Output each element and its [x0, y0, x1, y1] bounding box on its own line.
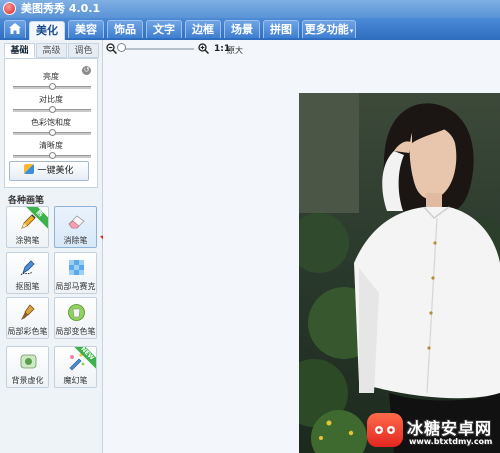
canvas-area: 1:1 原大 — [103, 40, 500, 453]
tab-accessories[interactable]: 饰品 — [107, 20, 143, 38]
tool-label: 局部马赛克 — [55, 282, 96, 291]
mosaic-icon — [69, 260, 84, 275]
brightness-slider[interactable] — [13, 83, 91, 90]
tab-beautify[interactable]: 美化 — [29, 21, 65, 40]
tab-home[interactable] — [4, 20, 26, 38]
home-icon — [9, 23, 21, 34]
tool-cutout-pen[interactable]: 抠图笔 — [6, 252, 49, 294]
tab-beauty[interactable]: 美容 — [68, 20, 104, 38]
saturation-slider[interactable] — [13, 129, 91, 136]
adjust-subtabs: 基础 高级 调色 — [4, 43, 100, 59]
saturation-slider-knob[interactable] — [48, 129, 56, 136]
zoom-bar: 1:1 原大 — [103, 40, 500, 60]
subtab-advanced[interactable]: 高级 — [36, 43, 67, 58]
zoom-slider-knob[interactable] — [117, 43, 126, 52]
eraser-icon — [68, 215, 85, 229]
contrast-slider[interactable] — [13, 106, 91, 113]
tool-background-blur[interactable]: 背景虚化 — [6, 346, 49, 388]
watermark-url: www.btxtdmy.com — [409, 437, 493, 446]
tab-frame[interactable]: 边框 — [185, 20, 221, 38]
site-watermark: 冰糖安卓网 www.btxtdmy.com — [367, 411, 500, 453]
title-bar: 美图秀秀 4.0.1 — [0, 0, 500, 18]
app-logo-icon — [3, 2, 16, 15]
brightness-slider-knob[interactable] — [48, 83, 56, 90]
tool-local-color-brush[interactable]: 局部彩色笔 — [6, 297, 49, 339]
tool-label: 魔幻笔 — [63, 376, 88, 385]
contrast-label: 对比度 — [39, 95, 63, 104]
zoom-in-icon[interactable] — [198, 43, 209, 54]
saturation-label: 色彩饱和度 — [31, 118, 71, 127]
hot-badge: 热 — [26, 207, 48, 229]
brightness-label: 亮度 — [43, 72, 59, 81]
tool-label: 局部变色笔 — [55, 327, 96, 336]
main-tab-bar: 美化 美容 饰品 文字 边框 场景 拼图 更多功能▾ — [0, 18, 500, 40]
app-title: 美图秀秀 4.0.1 — [21, 2, 101, 15]
watermark-text: 冰糖安卓网 — [407, 419, 493, 438]
blur-background-icon — [20, 354, 37, 369]
magic-wand-icon — [24, 164, 35, 174]
tool-label: 局部彩色笔 — [7, 327, 48, 336]
sharpness-slider-knob[interactable] — [48, 152, 56, 159]
recolor-pen-icon — [68, 304, 85, 321]
zoom-slider[interactable] — [120, 48, 194, 50]
tool-local-mosaic[interactable]: 局部马赛克 — [54, 252, 97, 294]
tab-more-features-label: 更多功能 — [304, 23, 349, 36]
edited-photo[interactable] — [299, 93, 500, 453]
photo-illustration — [299, 93, 500, 453]
tool-doodle-pen[interactable]: 涂鸦笔 热 — [6, 206, 49, 248]
subtab-basic[interactable]: 基础 — [4, 43, 35, 58]
subtab-color[interactable]: 调色 — [68, 43, 99, 58]
dropdown-arrow-icon: ▾ — [349, 27, 354, 35]
sharpness-slider[interactable] — [13, 152, 91, 159]
tab-scene[interactable]: 场景 — [224, 20, 260, 38]
cutout-pen-icon — [20, 260, 35, 276]
contrast-slider-knob[interactable] — [48, 106, 56, 113]
tool-magic-pen[interactable]: 魔幻笔 NEW — [54, 346, 97, 388]
tool-label: 抠图笔 — [15, 282, 40, 291]
tool-eraser-pen[interactable]: 消除笔 — [54, 206, 97, 248]
tab-text[interactable]: 文字 — [146, 20, 182, 38]
tool-local-recolor-pen[interactable]: 局部变色笔 — [54, 297, 97, 339]
tab-collage[interactable]: 拼图 — [263, 20, 299, 38]
tool-label: 涂鸦笔 — [15, 236, 40, 245]
zoom-out-icon[interactable] — [106, 43, 117, 54]
hot-badge-text: 热 — [26, 207, 48, 229]
sharpness-label: 清晰度 — [39, 141, 63, 150]
left-panel: 基础 高级 调色 ↺ 亮度 对比度 色彩饱和度 清晰度 一键美化 各种画笔 涂鸦… — [0, 40, 103, 453]
color-brush-icon — [21, 304, 35, 320]
tab-more-features[interactable]: 更多功能▾ — [302, 20, 356, 38]
one-key-beautify-label: 一键美化 — [37, 166, 74, 176]
watermark-logo-icon — [367, 413, 403, 447]
new-badge-text: NEW — [74, 347, 96, 369]
tool-label: 消除笔 — [63, 236, 88, 245]
tool-label: 背景虚化 — [11, 376, 44, 385]
brushes-section-title: 各种画笔 — [8, 196, 45, 206]
original-size-label: 原大 — [227, 46, 243, 55]
new-badge: NEW — [74, 347, 96, 369]
one-key-beautify-button[interactable]: 一键美化 — [9, 161, 89, 181]
